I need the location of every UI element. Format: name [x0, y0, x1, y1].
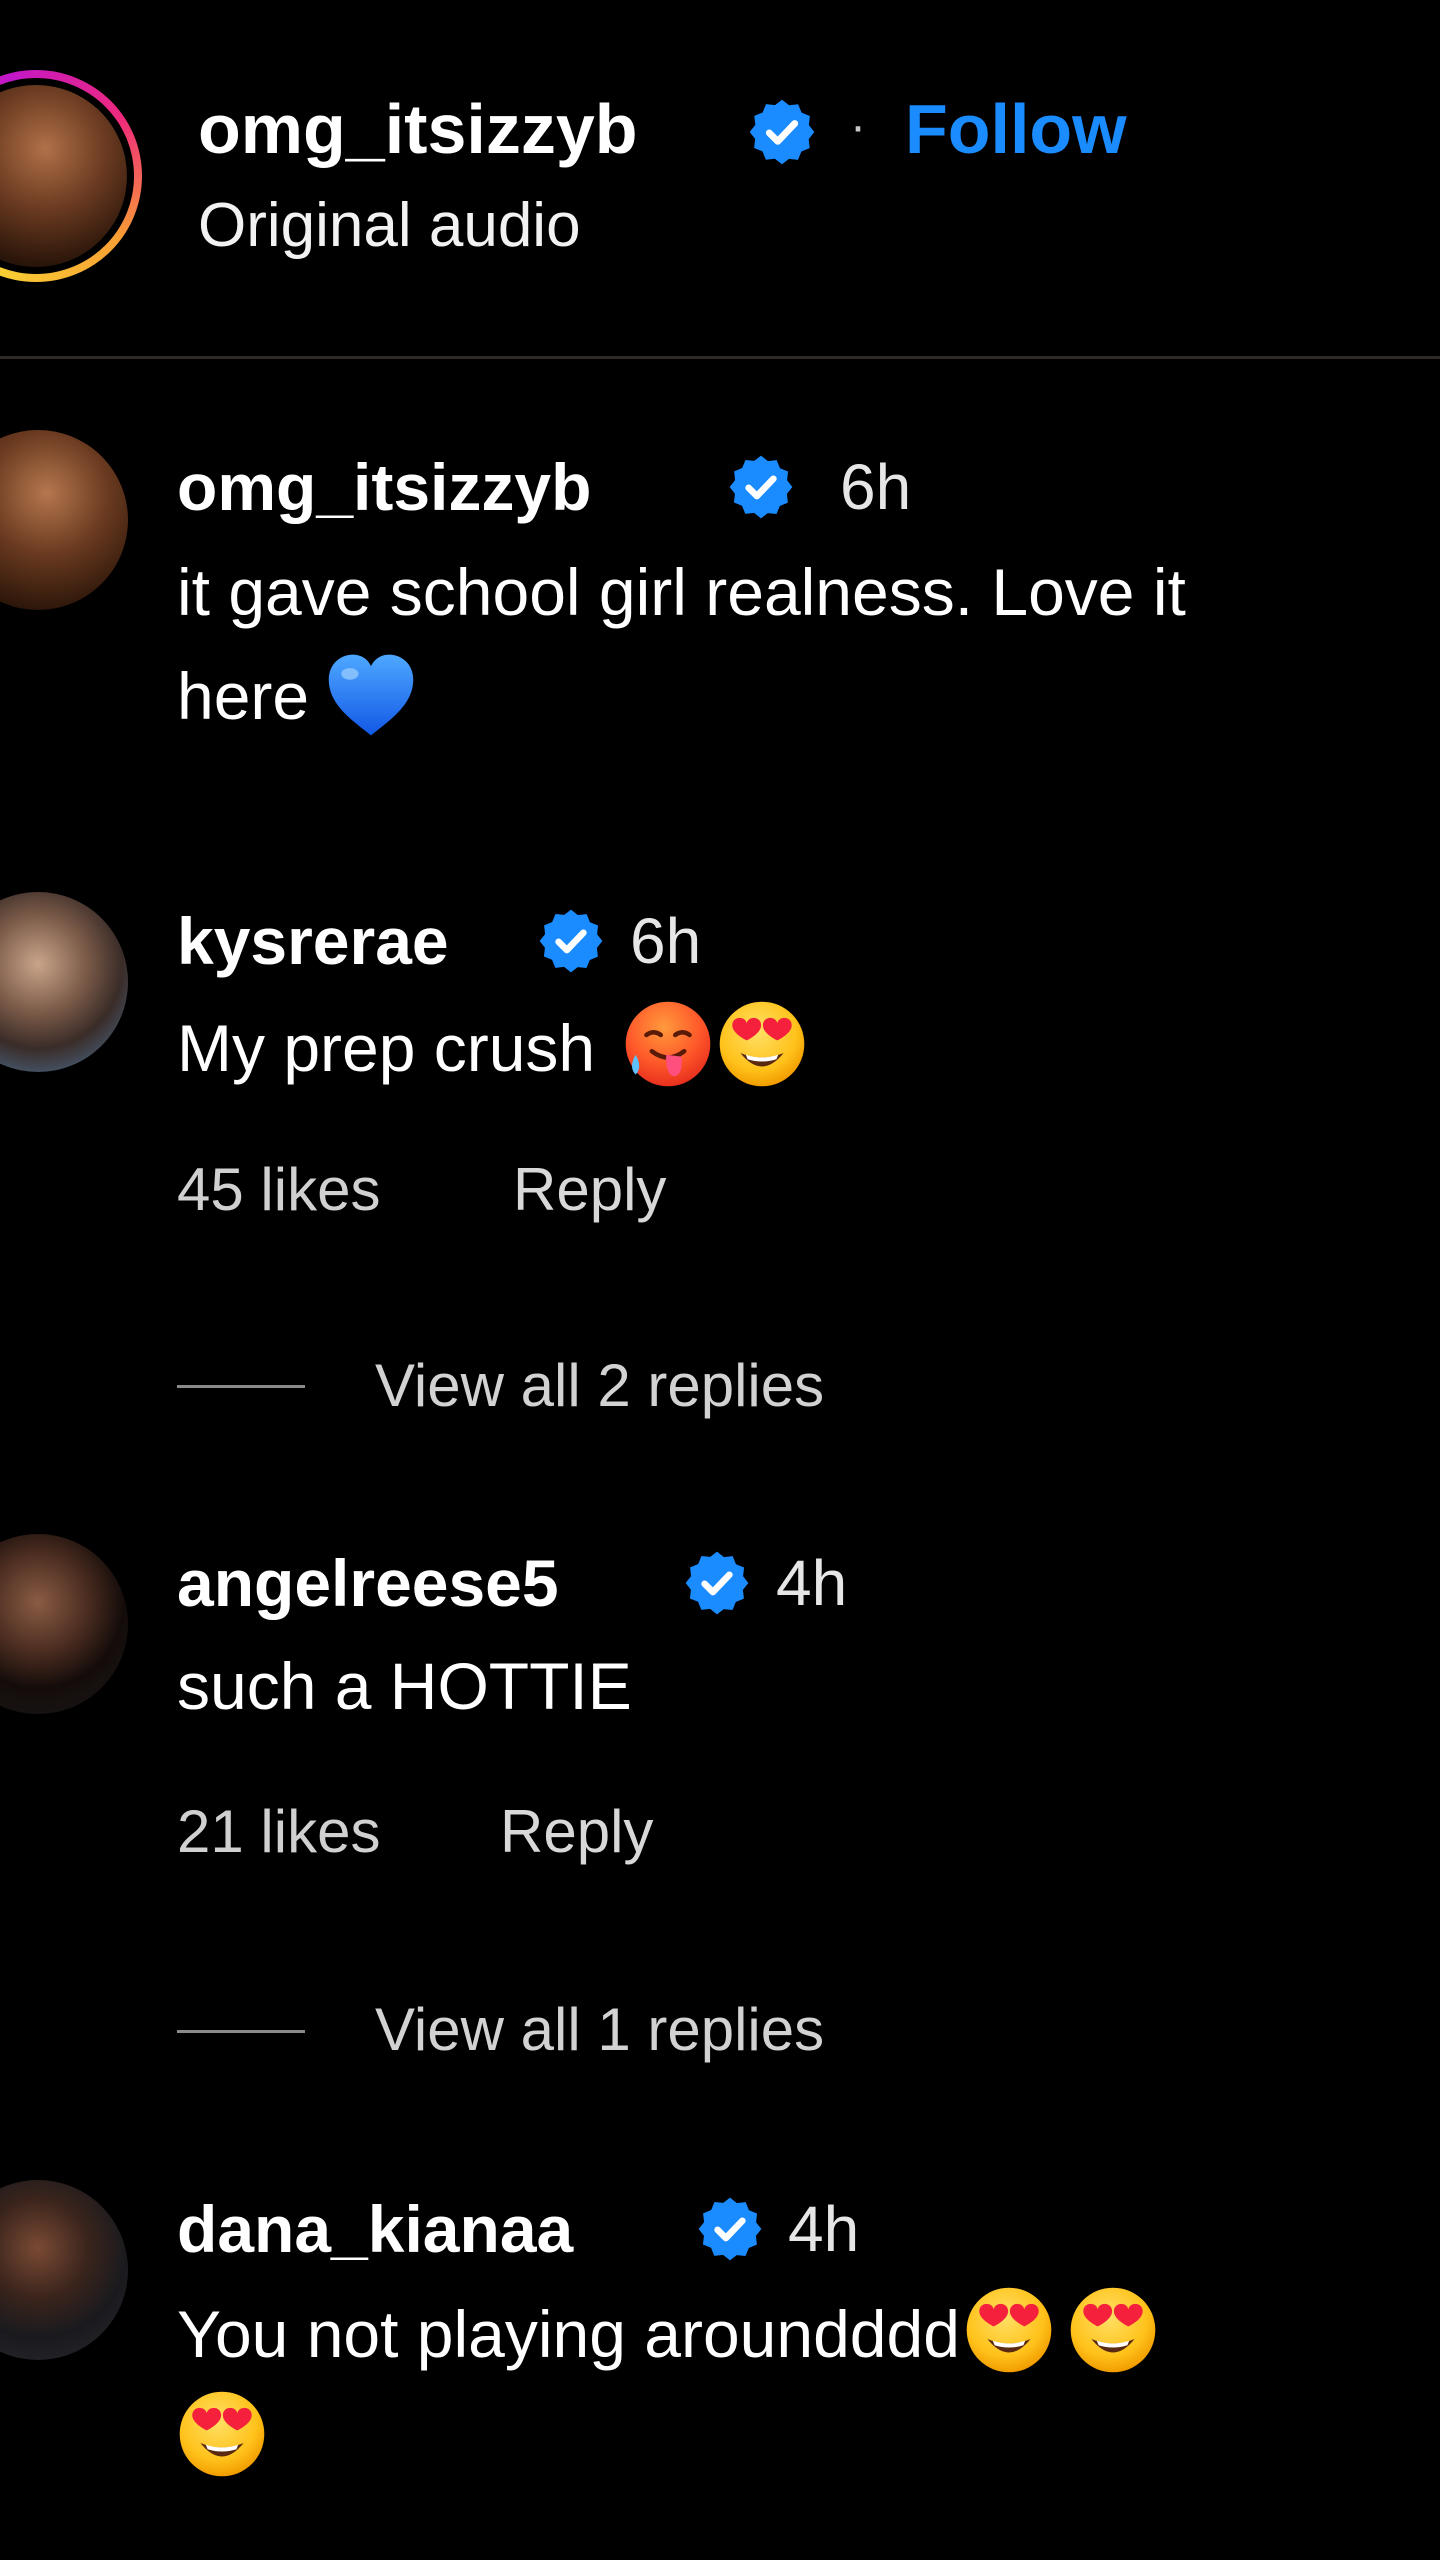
post-header: omg_itsizzyb · Follow Original audio	[0, 0, 1440, 358]
comment-item: angelreese5 4h such a HOTTIE 21 likes Re…	[0, 1530, 1440, 2090]
comment-username[interactable]: dana_kianaa	[177, 2186, 573, 2272]
comment-timestamp: 6h	[630, 905, 702, 977]
separator-dot: ·	[850, 100, 866, 153]
heart-eyes-icon	[964, 2285, 1054, 2375]
header-username[interactable]: omg_itsizzyb	[198, 84, 638, 174]
comment-item: dana_kianaa 4h You not playing aroundddd	[0, 2176, 1440, 2560]
view-replies-button[interactable]: View all 1 replies	[375, 1990, 824, 2070]
comment-text: My prep crush	[177, 996, 1440, 1100]
comment-text: such a HOTTIE	[177, 1649, 632, 1723]
follow-button[interactable]: Follow	[905, 84, 1127, 174]
comment-username[interactable]: omg_itsizzyb	[177, 444, 591, 530]
reply-button[interactable]: Reply	[500, 1792, 653, 1872]
comment-text: You not playing aroundddd	[177, 2282, 1407, 2490]
divider	[177, 2030, 305, 2033]
divider	[177, 1385, 305, 1388]
heart-eyes-icon	[1068, 2285, 1158, 2375]
comment-username[interactable]: kysrerae	[177, 898, 449, 984]
comment-timestamp: 4h	[776, 1547, 848, 1619]
avatar[interactable]	[0, 430, 128, 610]
verified-badge-icon	[748, 98, 816, 166]
verified-badge-icon	[728, 454, 794, 520]
heart-eyes-icon	[717, 999, 807, 1089]
verified-badge-icon	[684, 1550, 750, 1616]
avatar[interactable]	[0, 892, 128, 1072]
verified-badge-icon	[697, 2196, 763, 2262]
like-count[interactable]: 45 likes	[177, 1150, 380, 1230]
comment-timestamp: 4h	[788, 2193, 860, 2265]
divider	[0, 356, 1440, 359]
like-count[interactable]: 21 likes	[177, 1792, 380, 1872]
reply-button[interactable]: Reply	[513, 1150, 666, 1230]
blue-heart-icon	[323, 647, 419, 743]
avatar[interactable]	[0, 1534, 128, 1714]
view-replies-button[interactable]: View all 2 replies	[375, 1346, 824, 1426]
avatar[interactable]	[0, 2180, 128, 2360]
drooling-face-icon	[623, 999, 713, 1089]
comment-username[interactable]: angelreese5	[177, 1540, 559, 1626]
original-audio-link[interactable]: Original audio	[198, 185, 581, 267]
comment-item: kysrerae 6h My prep crush 45 likes Reply…	[0, 888, 1440, 1448]
comment-item: omg_itsizzyb 6h it gave school girl real…	[0, 430, 1440, 760]
heart-eyes-icon	[177, 2389, 267, 2479]
comment-timestamp: 6h	[840, 451, 912, 523]
verified-badge-icon	[538, 908, 604, 974]
comment-text: it gave school girl realness. Love it he…	[177, 540, 1440, 748]
